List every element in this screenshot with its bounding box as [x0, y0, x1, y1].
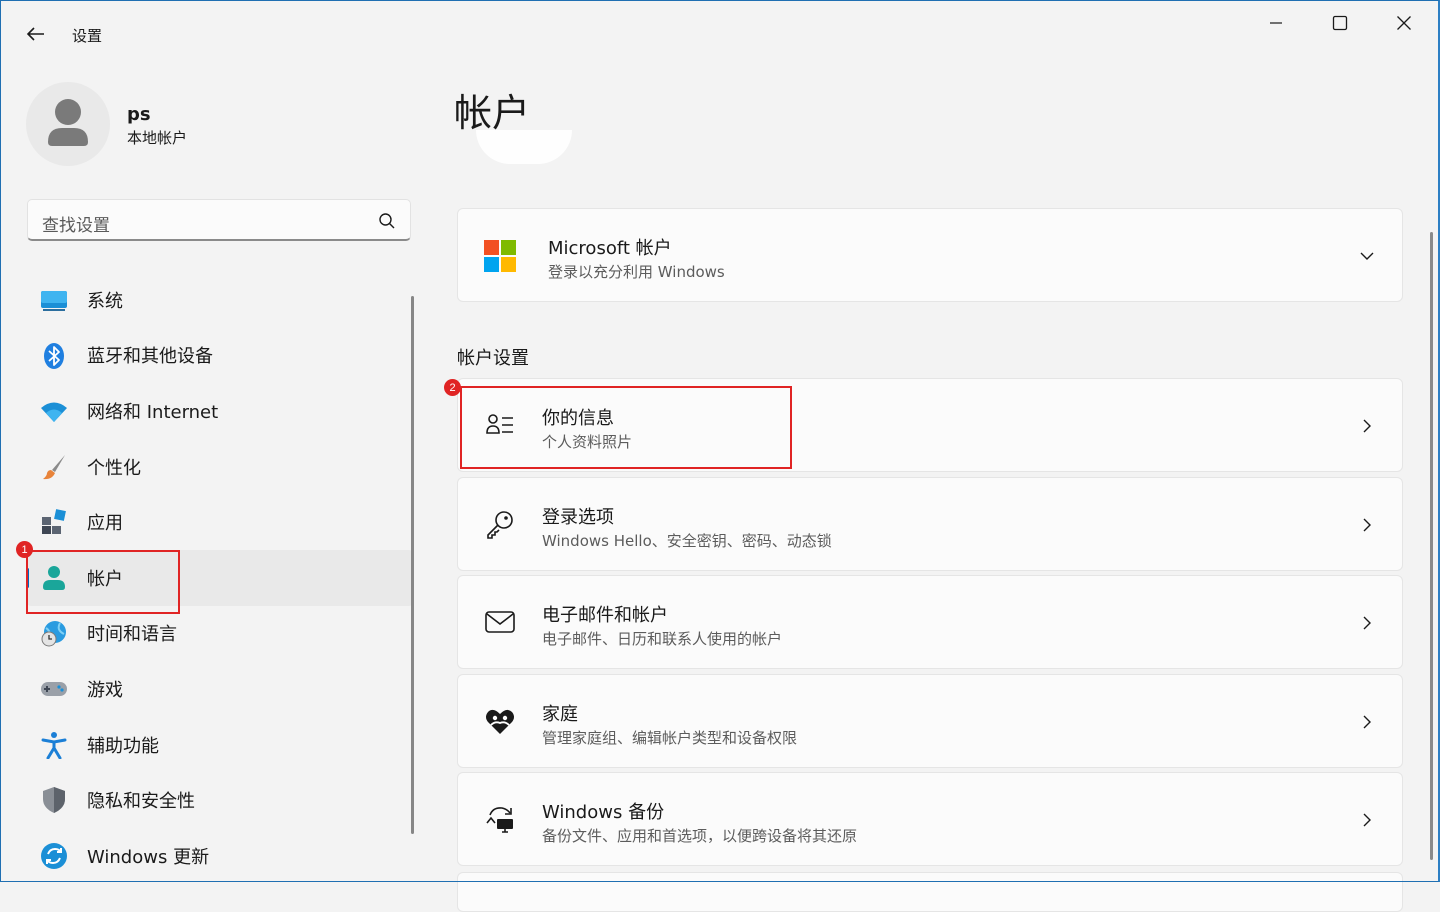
microsoft-logo-icon [484, 240, 516, 272]
annotation-box-1 [26, 550, 180, 614]
maximize-button[interactable] [1308, 0, 1372, 46]
sidebar-item-label: 辅助功能 [87, 735, 159, 757]
bluetooth-icon [44, 342, 64, 369]
sidebar-item-network[interactable]: 网络和 Internet [26, 383, 414, 439]
annotation-badge-2: 2 [444, 379, 461, 396]
minimize-button[interactable] [1244, 0, 1308, 46]
close-icon [1397, 16, 1411, 30]
avatar[interactable] [26, 82, 110, 166]
apps-icon [42, 509, 66, 535]
sidebar-item-label: Windows 更新 [87, 846, 210, 868]
sidebar-item-personalization[interactable]: 个性化 [26, 439, 414, 495]
sidebar-item-bluetooth[interactable]: 蓝牙和其他设备 [26, 328, 414, 384]
search-input[interactable]: 查找设置 [27, 199, 411, 241]
sidebar-item-label: 个性化 [87, 457, 141, 479]
chevron-right-icon [1363, 813, 1371, 827]
maximize-icon [1332, 15, 1348, 31]
arrow-left-icon [26, 27, 44, 41]
sidebar-item-label: 系统 [87, 290, 123, 312]
card-windows-backup[interactable]: Windows 备份 备份文件、应用和首选项，以便跨设备将其还原 [457, 772, 1403, 866]
card-subtitle: 管理家庭组、编辑帐户类型和设备权限 [542, 729, 798, 747]
user-profile[interactable]: ps 本地帐户 [26, 82, 406, 166]
search-icon[interactable] [378, 212, 396, 230]
update-icon [41, 842, 67, 869]
card-title: 家庭 [542, 704, 578, 725]
accessibility-icon [41, 731, 67, 759]
profile-account-type: 本地帐户 [127, 129, 188, 147]
decorative-arc [476, 130, 572, 164]
family-heart-icon [486, 709, 514, 734]
minimize-icon [1270, 22, 1282, 24]
title-bar: 设置 [0, 0, 1440, 48]
card-subtitle: 备份文件、应用和首选项，以便跨设备将其还原 [542, 827, 858, 845]
card-family[interactable]: 家庭 管理家庭组、编辑帐户类型和设备权限 [457, 674, 1403, 768]
system-icon [41, 291, 67, 311]
sidebar-item-label: 网络和 Internet [87, 401, 219, 423]
card-title: 电子邮件和帐户 [542, 605, 668, 626]
globe-clock-icon [41, 620, 66, 647]
card-subtitle: 电子邮件、日历和联系人使用的帐户 [542, 630, 783, 648]
sidebar-item-windows-update[interactable]: Windows 更新 [26, 828, 414, 884]
key-icon [487, 511, 513, 539]
sidebar-item-apps[interactable]: 应用 [26, 494, 414, 550]
brush-icon [43, 454, 65, 479]
microsoft-account-title: Microsoft 帐户 [548, 238, 672, 259]
sidebar-item-label: 时间和语言 [87, 624, 177, 646]
section-title: 帐户设置 [457, 348, 529, 369]
annotation-badge-1: 1 [16, 541, 33, 558]
card-title: 登录选项 [542, 507, 614, 528]
shield-icon [43, 787, 65, 814]
sidebar-item-accessibility[interactable]: 辅助功能 [26, 717, 414, 773]
mail-icon [485, 611, 515, 633]
sidebar-scrollbar[interactable] [411, 296, 414, 834]
profile-name: ps [127, 104, 151, 125]
search-placeholder: 查找设置 [42, 216, 110, 236]
chevron-right-icon [1363, 715, 1371, 729]
user-silhouette-icon [48, 99, 88, 146]
sidebar-item-system[interactable]: 系统 [26, 272, 414, 328]
wifi-icon [41, 402, 67, 423]
page-title: 帐户 [454, 91, 531, 135]
sidebar-item-label: 蓝牙和其他设备 [87, 346, 213, 368]
chevron-right-icon [1363, 419, 1371, 433]
card-title: Windows 备份 [542, 802, 665, 823]
close-button[interactable] [1372, 0, 1436, 46]
backup-icon [486, 807, 513, 833]
app-title: 设置 [72, 27, 103, 45]
sidebar-item-label: 隐私和安全性 [87, 791, 195, 813]
sidebar-item-gaming[interactable]: 游戏 [26, 661, 414, 717]
chevron-right-icon [1363, 616, 1371, 630]
microsoft-account-subtitle: 登录以充分利用 Windows [548, 263, 725, 281]
card-email-accounts[interactable]: 电子邮件和帐户 电子邮件、日历和联系人使用的帐户 [457, 575, 1403, 669]
content-scrollbar[interactable] [1430, 232, 1433, 860]
chevron-down-icon[interactable] [1360, 249, 1374, 263]
sidebar-item-label: 游戏 [87, 679, 123, 701]
sidebar-item-label: 应用 [87, 513, 123, 535]
microsoft-account-card[interactable]: Microsoft 帐户 登录以充分利用 Windows [457, 208, 1403, 302]
gamepad-icon [41, 682, 67, 697]
back-button[interactable] [22, 20, 50, 48]
annotation-box-2 [460, 386, 792, 469]
card-subtitle: Windows Hello、安全密钥、密码、动态锁 [542, 532, 832, 550]
sidebar-item-privacy[interactable]: 隐私和安全性 [26, 772, 414, 828]
chevron-right-icon [1363, 518, 1371, 532]
card-partial[interactable] [457, 872, 1403, 912]
card-sign-in-options[interactable]: 登录选项 Windows Hello、安全密钥、密码、动态锁 [457, 477, 1403, 571]
